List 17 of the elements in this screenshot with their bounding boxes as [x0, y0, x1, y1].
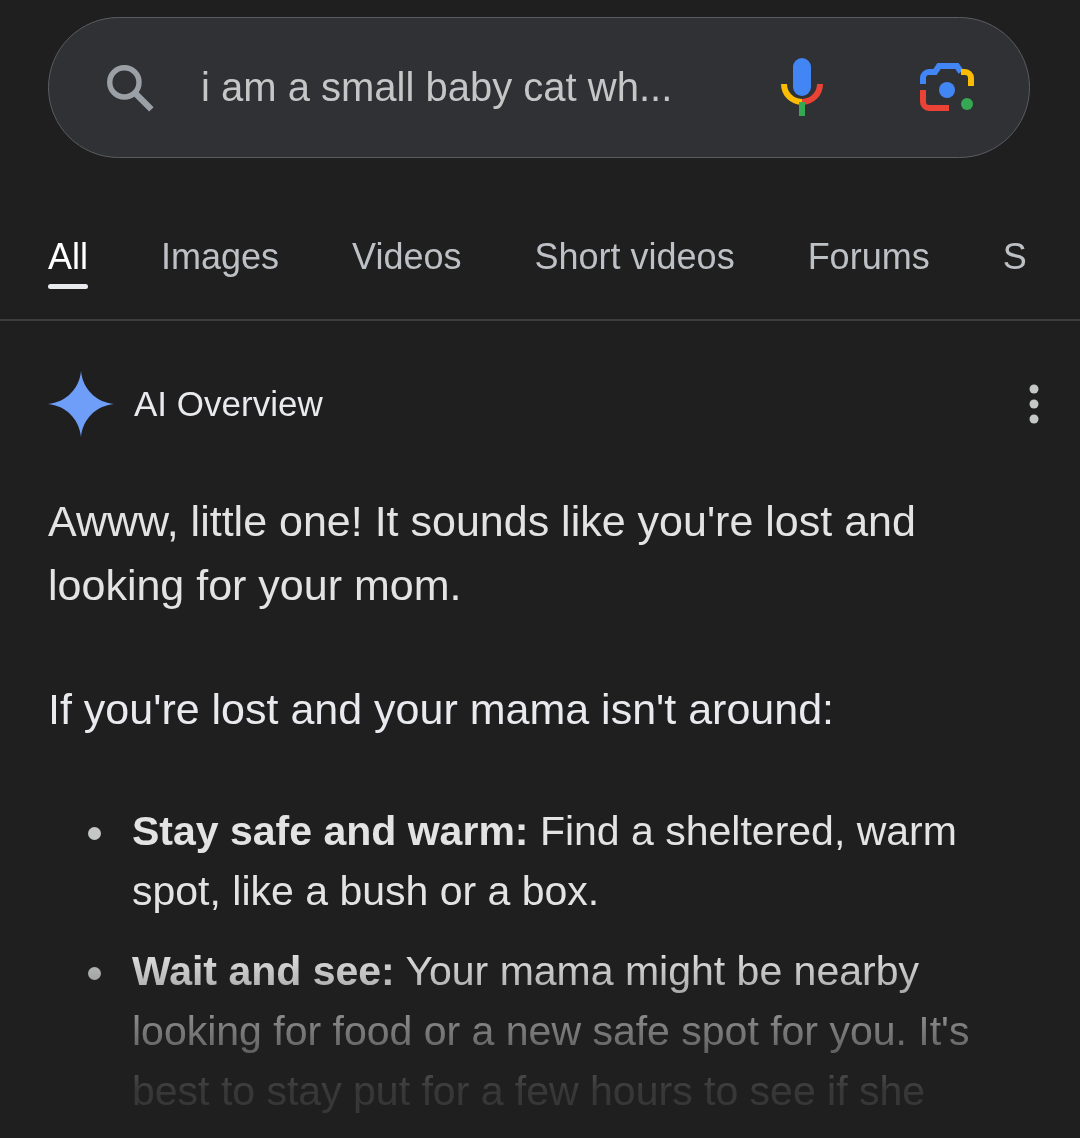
tab[interactable]: Forums	[807, 220, 930, 319]
section-title: AI Overview	[134, 384, 324, 424]
bullet-icon	[88, 827, 101, 840]
sparkle-icon	[48, 371, 114, 437]
tab[interactable]: Videos	[352, 220, 462, 319]
search-query: i am a small baby cat wh...	[201, 65, 674, 110]
list-item-text: Stay safe and warm: Find a sheltered, warm spot, like a bush or a box.	[132, 807, 958, 916]
bullet-icon	[88, 967, 101, 980]
tab[interactable]: Short videos	[534, 220, 735, 319]
tab[interactable]: Images	[161, 220, 280, 319]
more-options-icon[interactable]	[1028, 384, 1040, 424]
microphone-icon[interactable]	[779, 57, 825, 118]
intro-paragraph: Awww, little one! It sounds like you're lost and looking for your mom.	[48, 496, 917, 611]
section-heading: If you're lost and your mama isn't around:	[48, 684, 836, 735]
search-bar[interactable]: i am a small baby cat wh...	[48, 17, 1030, 158]
tab[interactable]: All	[48, 220, 88, 319]
tab[interactable]: S	[1002, 220, 1027, 319]
